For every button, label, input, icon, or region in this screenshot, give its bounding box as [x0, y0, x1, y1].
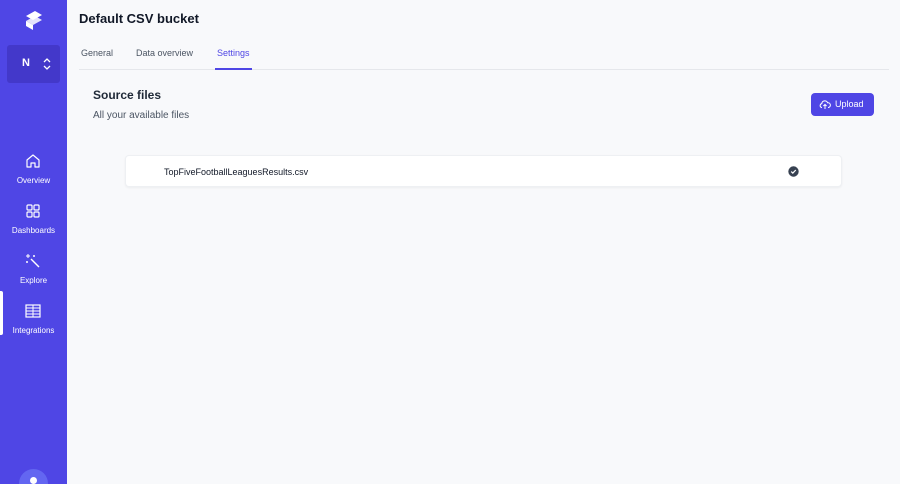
nav-item-dashboards[interactable]: Dashboards [0, 203, 67, 249]
file-name: TopFiveFootballLeaguesResults.csv [164, 167, 309, 177]
tab-data-overview[interactable]: Data overview [136, 48, 193, 58]
check-circle-icon [788, 166, 799, 177]
logo-icon[interactable] [22, 8, 46, 32]
user-avatar[interactable] [19, 469, 48, 484]
tab-settings[interactable]: Settings [215, 48, 252, 70]
cloud-upload-icon [819, 100, 831, 109]
magic-wand-icon [26, 254, 40, 268]
sidebar: N Overview Dashboards Explore Integratio… [0, 0, 67, 484]
home-icon [26, 154, 40, 168]
nav-item-label: Integrations [12, 326, 55, 335]
nav-item-explore[interactable]: Explore [0, 253, 67, 299]
page-title: Default CSV bucket [79, 11, 199, 26]
upload-button[interactable]: Upload [811, 93, 874, 116]
file-row[interactable]: TopFiveFootballLeaguesResults.csv [125, 155, 842, 187]
upload-button-label: Upload [835, 99, 864, 109]
tab-bar: General Data overview Settings [79, 40, 889, 70]
tab-general[interactable]: General [81, 48, 113, 58]
grid-icon [26, 204, 40, 218]
section-title: Source files [93, 88, 162, 102]
workspace-switcher[interactable]: N [7, 45, 60, 83]
nav-item-label: Dashboards [11, 226, 56, 235]
nav-item-integrations[interactable]: Integrations [0, 291, 67, 349]
nav-item-label: Explore [19, 276, 48, 285]
chevron-up-down-icon [43, 58, 51, 70]
nav-item-overview[interactable]: Overview [0, 153, 67, 199]
nav-item-label: Overview [16, 176, 51, 185]
workspace-initial: N [22, 57, 30, 69]
section-subtitle: All your available files [93, 110, 190, 121]
table-icon [25, 304, 41, 318]
